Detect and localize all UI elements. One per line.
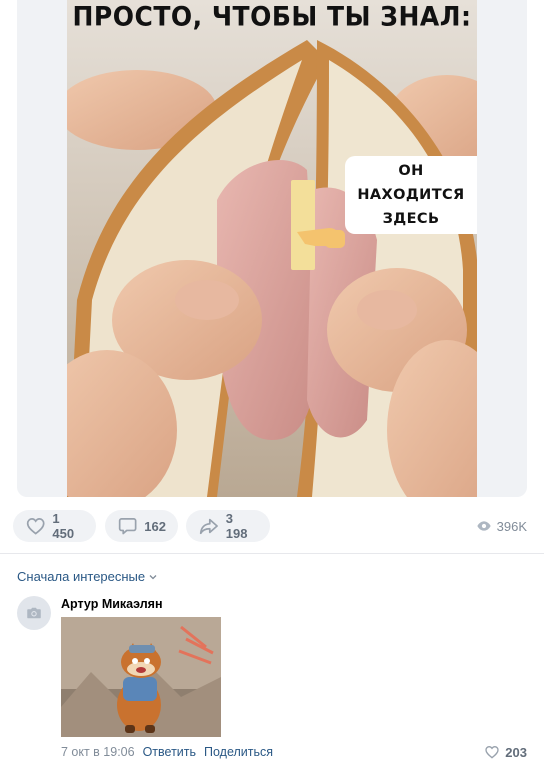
sort-label: Сначала интересные (17, 569, 146, 584)
like-button[interactable]: 1 450 (13, 510, 96, 542)
eye-icon (476, 521, 491, 531)
share-arrow-icon (199, 518, 218, 535)
heart-icon (485, 745, 499, 759)
callout-line: НАХОДИТСЯ (357, 187, 465, 203)
comment-gif[interactable] (61, 617, 221, 737)
chevron-down-icon (149, 574, 157, 579)
views-counter: 396K (476, 518, 527, 534)
meme-caption: ПРОСТО, ЧТОБЫ ТЫ ЗНАЛ: (72, 0, 472, 33)
post-card: ПРОСТО, ЧТОБЫ ТЫ ЗНАЛ: ОН НАХОДИТСЯ ЗДЕС… (17, 0, 527, 497)
post-action-bar: 1 450 162 3 198 396K (0, 510, 544, 543)
share-link[interactable]: Поделиться (204, 745, 273, 759)
comment-author[interactable]: Артур Микаэлян (61, 597, 163, 611)
divider (0, 553, 544, 554)
comment-count: 162 (144, 518, 166, 534)
avatar[interactable] (17, 596, 51, 630)
comment-meta: 7 окт в 19:06 Ответить Поделиться (61, 745, 281, 759)
comment-like-count: 203 (505, 744, 527, 760)
views-count: 396K (496, 518, 527, 534)
share-count: 3 198 (225, 511, 248, 541)
sandwich-photo (67, 0, 477, 497)
post-image[interactable]: ПРОСТО, ЧТОБЫ ТЫ ЗНАЛ: ОН НАХОДИТСЯ ЗДЕС… (67, 0, 477, 497)
comment-bubble-icon (118, 518, 137, 535)
reply-link[interactable]: Ответить (143, 745, 196, 759)
camera-icon (27, 607, 41, 619)
comment-date[interactable]: 7 окт в 19:06 (61, 745, 135, 759)
comment-like-button[interactable]: 203 (484, 744, 527, 760)
meme-callout: ОН НАХОДИТСЯ ЗДЕСЬ (345, 156, 477, 234)
callout-line: ОН (398, 163, 424, 179)
cartoon-cat-image (61, 617, 221, 737)
share-button[interactable]: 3 198 (186, 510, 270, 542)
callout-line: ЗДЕСЬ (382, 211, 440, 227)
comments-sort-dropdown[interactable]: Сначала интересные (17, 569, 158, 584)
heart-icon (26, 518, 45, 535)
comment-button[interactable]: 162 (105, 510, 178, 542)
like-count: 1 450 (52, 511, 75, 541)
